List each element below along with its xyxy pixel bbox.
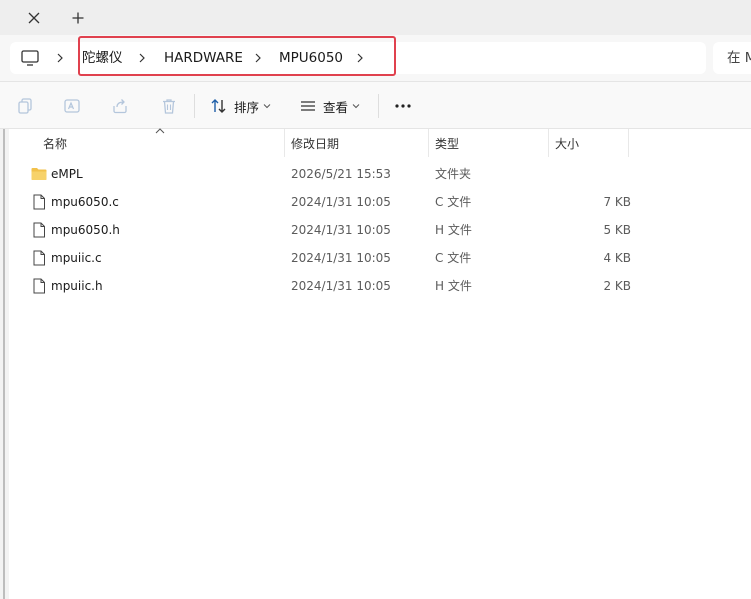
list-item[interactable]: mpu6050.c 2024/1/31 10:05 C 文件 7 KB [21,188,641,216]
column-divider[interactable] [428,129,429,157]
toolbar-divider [194,94,195,118]
file-type: C 文件 [435,251,472,265]
file-date: 2026/5/21 15:53 [291,167,391,181]
file-date: 2024/1/31 10:05 [291,251,391,265]
chevron-down-icon [263,104,271,109]
more-icon [395,104,411,108]
file-icon [33,194,45,210]
view-button[interactable]: 查看 [299,93,360,119]
column-divider[interactable] [628,129,629,157]
file-name: mpu6050.h [51,223,120,237]
sort-button[interactable]: 排序 [210,93,271,119]
column-divider[interactable] [284,129,285,157]
plus-icon [72,12,84,24]
view-label: 查看 [323,99,349,115]
highlight-annotation [78,36,396,76]
sort-icon [211,99,226,113]
chevron-down-icon [352,104,360,109]
file-type: C 文件 [435,195,472,209]
file-size: 2 KB [603,279,631,293]
folder-icon [31,168,47,180]
column-header-name[interactable]: 名称 [43,135,67,152]
command-bar: 排序 查看 [0,81,751,129]
column-header-date[interactable]: 修改日期 [291,135,339,152]
share-button[interactable] [110,96,130,116]
file-list: 名称 修改日期 类型 大小 eMPL 2026/5/21 15:53 文件夹 m… [9,128,751,599]
rename-icon [64,99,80,113]
navigation-pane-edge [0,129,9,599]
close-icon [28,12,40,24]
list-item[interactable]: mpuiic.c 2024/1/31 10:05 C 文件 4 KB [21,244,641,272]
copy-icon [18,98,32,114]
file-icon [33,222,45,238]
file-icon [33,278,45,294]
toolbar-divider [378,94,379,118]
column-headers: 名称 修改日期 类型 大小 [9,128,751,157]
file-type: H 文件 [435,279,472,293]
rename-button[interactable] [62,96,82,116]
search-placeholder: 在 M [727,50,751,66]
file-type: 文件夹 [435,167,472,181]
more-options-button[interactable] [393,96,413,116]
file-name: mpu6050.c [51,195,119,209]
list-item[interactable]: mpu6050.h 2024/1/31 10:05 H 文件 5 KB [21,216,641,244]
file-type: H 文件 [435,223,472,237]
file-size: 7 KB [603,195,631,209]
share-icon [113,99,127,114]
file-date: 2024/1/31 10:05 [291,279,391,293]
column-divider[interactable] [548,129,549,157]
chevron-right-icon[interactable] [54,50,66,66]
file-icon [33,250,45,266]
computer-icon[interactable] [20,50,40,66]
file-date: 2024/1/31 10:05 [291,195,391,209]
file-size: 5 KB [603,223,631,237]
sort-label: 排序 [234,99,260,115]
new-tab-button[interactable] [66,7,90,29]
view-list-icon [301,101,315,111]
file-name: mpuiic.h [51,279,103,293]
copy-button[interactable] [15,96,35,116]
file-size: 4 KB [603,251,631,265]
list-item[interactable]: eMPL 2026/5/21 15:53 文件夹 [21,160,641,188]
trash-icon [163,99,175,114]
tab-strip [0,0,751,35]
file-name: eMPL [51,167,83,181]
column-header-size[interactable]: 大小 [555,135,579,152]
close-tab-button[interactable] [22,7,46,29]
delete-button[interactable] [159,96,179,116]
scrollbar[interactable] [3,129,5,599]
file-name: mpuiic.c [51,251,102,265]
search-box[interactable]: 在 M [713,42,751,74]
file-date: 2024/1/31 10:05 [291,223,391,237]
column-header-type[interactable]: 类型 [435,135,459,152]
sort-ascending-icon [155,128,165,134]
list-item[interactable]: mpuiic.h 2024/1/31 10:05 H 文件 2 KB [21,272,641,300]
